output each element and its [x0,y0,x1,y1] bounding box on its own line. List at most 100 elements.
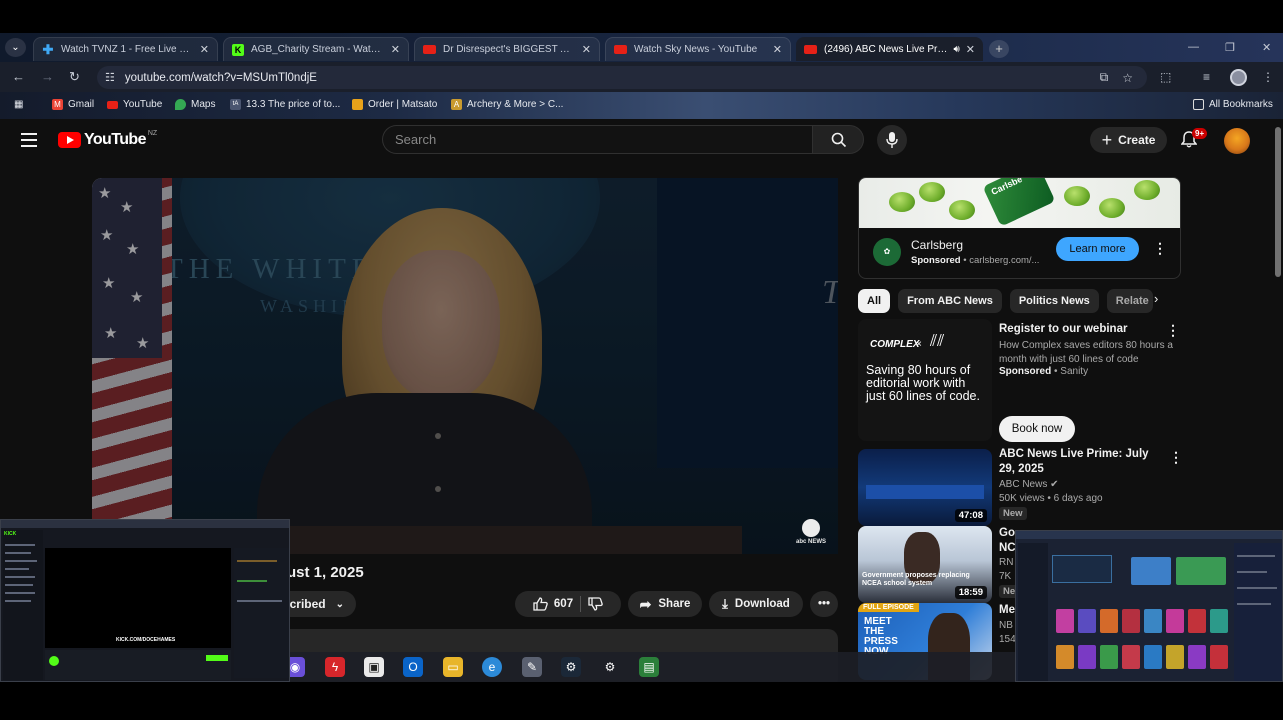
chip-all[interactable]: All [858,289,891,313]
reload-icon[interactable]: ↻ [69,69,80,85]
complex-logo: COMPLEX [870,339,920,350]
search-button[interactable] [812,125,864,154]
close-icon[interactable]: ✕ [391,43,400,56]
restore-icon[interactable]: ❐ [1225,41,1235,54]
sponsored-label: Sponsored [911,255,961,266]
video-thumbnail[interactable]: 47:08 [858,449,992,526]
close-icon[interactable]: ✕ [773,43,782,56]
close-icon[interactable]: ✕ [966,43,975,56]
flash-app-icon[interactable]: ϟ [325,657,345,677]
ad-banner-image: Carlsbe [859,178,1180,228]
thumbs-down-icon[interactable] [588,597,603,611]
webinar-title[interactable]: Register to our webinar [999,322,1164,337]
chip-politics-news[interactable]: Politics News [1009,289,1099,313]
store-icon[interactable]: ▣ [364,657,384,677]
edge-icon[interactable]: e [482,657,502,677]
tab-abc-news-active[interactable]: (2496) ABC News Live Prime 🔊︎ ✕ [796,37,983,61]
tab-kick[interactable]: K AGB_Charity Stream - Watch Li ✕ [223,37,409,61]
site-settings-icon[interactable]: ☷ [105,71,115,84]
bookmark-maps[interactable]: Maps [175,99,215,110]
video-player[interactable]: THE WHITE WASHIN T ★★ ★★ ★★ ★★ abc NEWS [92,178,838,554]
new-badge: New [999,507,1027,520]
more-vert-icon[interactable]: ⋮ [1166,322,1180,339]
back-icon[interactable]: ← [12,69,25,84]
close-icon[interactable]: ✕ [582,43,591,56]
watermark-text: abc NEWS [795,539,826,545]
search-input[interactable]: Search [382,125,813,154]
calculator-icon[interactable]: ▤ [639,657,659,677]
outlook-icon[interactable]: O [403,657,423,677]
tab-tvnz[interactable]: ✚ Watch TVNZ 1 - Free Live TV | T ✕ [33,37,218,61]
file-explorer-icon[interactable]: ▭ [443,657,463,677]
learn-more-button[interactable]: Learn more [1056,237,1139,261]
window-close-icon[interactable]: ✕ [1262,41,1271,54]
tab-title: Dr Disrespect's BIGGEST Ann [443,44,576,55]
page-scrollbar[interactable] [1275,127,1281,277]
youtube-logo[interactable]: YouTube NZ [58,130,157,149]
more-vert-icon[interactable]: ⋮ [1169,449,1183,466]
guide-menu-icon[interactable] [21,133,37,151]
cast-icon[interactable]: ⧉ [1100,70,1109,85]
chip-related[interactable]: Relate [1106,289,1153,313]
speaker-icon[interactable]: 🔊︎ [953,44,959,55]
channel-name[interactable]: ABC News ✔ [999,478,1059,492]
bookmark-youtube[interactable]: YouTube [107,99,162,110]
all-bookmarks[interactable]: All Bookmarks [1193,99,1273,110]
bookmark-matsato[interactable]: Order | Matsato [352,99,437,110]
channel-name[interactable]: NB [999,619,1013,633]
bookmark-archery[interactable]: A Archery & More > C... [451,99,563,110]
carlsberg-ad-card[interactable]: Carlsbe ✿ Carlsberg Sponsored • carlsber… [858,177,1181,279]
thumb-show-title: MEET THE PRESS NOW [864,616,898,657]
recommendation-title[interactable]: ABC News Live Prime: July 29, 2025 [999,447,1164,477]
search-icon [831,132,847,148]
voice-search-button[interactable] [877,125,907,155]
menu-icon[interactable]: ⋮ [1262,70,1274,84]
account-avatar[interactable] [1224,128,1250,154]
bookmark-price[interactable]: tA 13.3 The price of to... [230,99,340,110]
video-dim [92,178,838,554]
settings-icon[interactable]: ⚙ [600,657,620,677]
upload-age: 6 days ago [1053,493,1103,504]
thumbs-up-icon [533,597,548,611]
extensions-icon[interactable]: ⬚ [1160,70,1171,84]
steam-icon[interactable]: ⚙ [561,657,581,677]
like-button[interactable]: 607 [533,597,573,611]
verified-icon: ✔ [1050,479,1059,490]
more-horizontal-icon: ••• [817,598,831,610]
url-text[interactable]: youtube.com/watch?v=MSUmTl0ndjE [125,72,317,84]
address-row: ← → ↻ ☷ youtube.com/watch?v=MSUmTl0ndjE … [0,62,1283,92]
webinar-thumbnail[interactable]: COMPLEX × ⫽⫽ Saving 80 hours of editoria… [858,319,992,441]
more-actions-button[interactable]: ••• [810,591,838,617]
bookmark-star-icon[interactable]: ☆ [1122,71,1133,85]
minimize-icon[interactable]: — [1188,41,1199,53]
bookmark-gmail[interactable]: M Gmail [52,99,94,110]
video-thumbnail[interactable]: Government proposes replacing NCEA schoo… [858,526,992,603]
app-icon-grey[interactable]: ✎ [522,657,542,677]
tab-sky-news[interactable]: Watch Sky News - YouTube ✕ [605,37,791,61]
letterbox-bottom [0,682,1283,720]
carlsberg-logo: ✿ [873,238,901,266]
profile-avatar[interactable] [1230,69,1247,86]
video-stats: 50K views • 6 days ago [999,493,1103,504]
tab-dr-disrespect[interactable]: Dr Disrespect's BIGGEST Ann ✕ [414,37,600,61]
create-button[interactable]: + Create [1090,127,1167,153]
more-vert-icon[interactable]: ⋮ [1153,240,1167,257]
bookmarks-bar: ▦ M Gmail YouTube Maps tA 13.3 The price… [0,92,1283,119]
chevron-right-icon[interactable]: › [1154,291,1158,306]
tab-search-button[interactable]: ⌄ [5,38,26,57]
download-button[interactable]: ⤓ Download [709,591,803,617]
share-button[interactable]: ➦ Share [628,591,702,617]
sponsored-label: Sponsored [999,366,1052,377]
filter-chips: All From ABC News Politics News Relate [858,289,1153,313]
chip-from-abc-news[interactable]: From ABC News [898,289,1002,313]
forward-icon[interactable]: → [41,69,54,84]
book-now-button[interactable]: Book now [999,416,1075,442]
gmail-icon: M [52,99,63,110]
close-icon[interactable]: ✕ [200,43,209,56]
matsato-icon [352,99,363,110]
address-bar[interactable]: ☷ youtube.com/watch?v=MSUmTl0ndjE ⧉ ☆ [97,66,1147,89]
media-controls-icon[interactable]: ≡ [1203,70,1210,84]
apps-icon[interactable]: ▦ [14,99,23,110]
channel-name[interactable]: RN [999,556,1013,570]
new-tab-button[interactable]: + [989,40,1009,58]
